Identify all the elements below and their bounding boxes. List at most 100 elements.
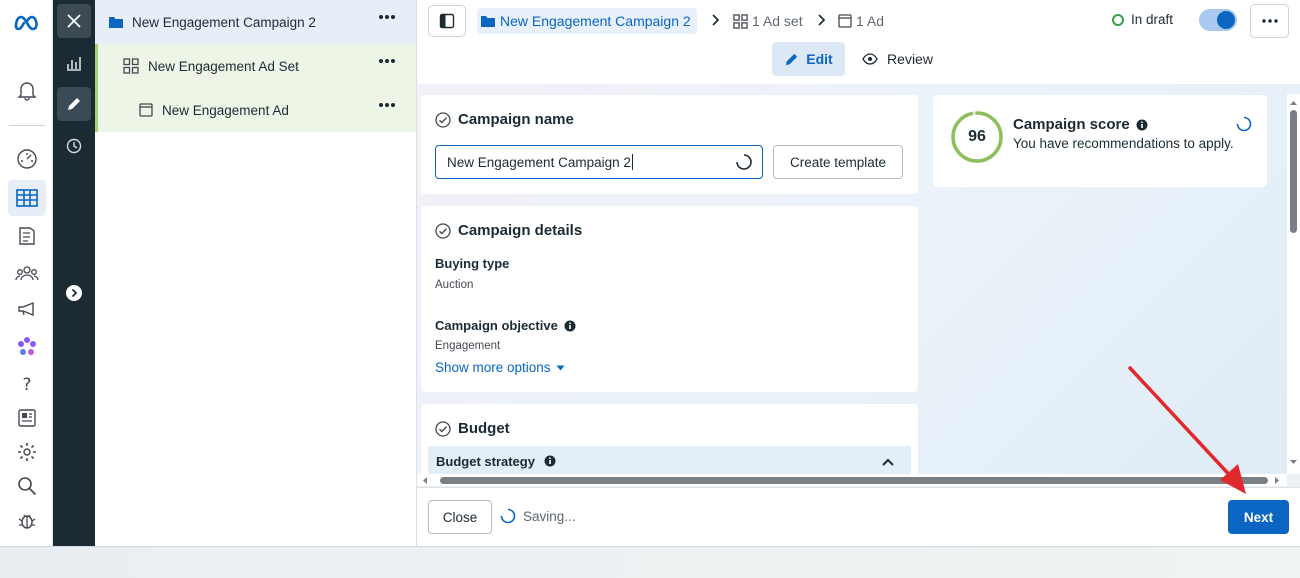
breadcrumb-chevron-icon [818,14,826,26]
tree-ad-label: New Engagement Ad [162,102,289,118]
show-more-options-link[interactable]: Show more options [435,360,565,375]
buying-type-value: Auction [435,279,474,291]
breadcrumb-ad[interactable]: 1 Ad [838,8,884,34]
bug-report-icon[interactable] [8,503,46,539]
history-clock-icon[interactable] [57,129,91,163]
edit-pencil-icon [786,53,798,65]
breadcrumb-campaign[interactable]: New Engagement Campaign 2 [477,8,697,34]
sidebar-panel-icon [439,13,455,29]
campaign-tree-panel: New Engagement Campaign 2 New Engagement… [95,0,417,546]
score-title: Campaign score [1013,116,1130,133]
scroll-left-arrow-icon[interactable] [421,476,429,485]
close-button[interactable]: Close [428,500,492,534]
breadcrumb-campaign-label: New Engagement Campaign 2 [500,13,691,29]
score-subtitle: You have recommendations to apply. [1013,136,1234,151]
notifications-bell-icon[interactable] [8,72,46,108]
score-heading: Campaign score [1013,116,1148,133]
tab-edit[interactable]: Edit [772,42,845,76]
ad-set-more-options-icon[interactable] [378,58,396,64]
audiences-people-icon[interactable] [8,255,46,291]
tree-row-ad[interactable]: New Engagement Ad [95,88,416,132]
tree-row-ad-set[interactable]: New Engagement Ad Set [95,44,416,88]
breadcrumb-ad-set[interactable]: 1 Ad set [733,8,803,34]
more-dots-icon [1261,19,1278,23]
vertical-scrollbar[interactable] [1287,94,1300,474]
toggle-sidebar-button[interactable] [428,5,466,37]
horizontal-scrollbar-thumb[interactable] [440,477,1268,484]
check-circle-icon [435,111,451,128]
breadcrumb-chevron-icon [712,14,720,26]
edit-pencil-icon[interactable] [57,87,91,121]
close-button-label: Close [442,509,478,525]
tab-review-label: Review [887,51,933,67]
loading-spinner-icon [736,154,752,170]
info-icon[interactable] [544,455,556,467]
campaign-name-heading: Campaign name [435,111,574,128]
campaign-details-heading: Campaign details [435,222,582,239]
check-circle-icon [435,420,451,437]
svg-text:?: ? [22,375,31,394]
caret-down-icon [556,365,565,370]
folder-icon [481,16,495,27]
next-button[interactable]: Next [1228,500,1289,534]
draft-status: In draft [1112,12,1173,27]
show-more-options-label: Show more options [435,360,551,375]
campaign-details-title: Campaign details [458,222,583,239]
ad-megaphone-icon[interactable] [8,291,46,327]
create-template-label: Create template [789,154,887,170]
score-value: 96 [968,128,986,145]
campaign-objective-label: Campaign objective [435,318,558,333]
budget-strategy-row[interactable]: Budget strategy [428,446,911,476]
ads-manager-table-icon[interactable] [8,180,46,216]
browser-bottom-strip [0,546,1300,578]
campaign-on-off-toggle[interactable] [1199,9,1237,31]
pages-book-icon[interactable] [8,218,46,254]
info-icon[interactable] [564,320,576,332]
campaign-name-value: New Engagement Campaign 2 [447,154,631,170]
meta-logo-icon[interactable] [8,4,46,40]
settings-gear-icon[interactable] [8,434,46,470]
tab-review[interactable]: Review [855,42,940,76]
info-icon[interactable] [1136,119,1148,131]
rail-divider [9,125,45,126]
saving-label: Saving... [523,508,576,524]
text-caret [631,154,633,170]
meta-ai-flower-icon[interactable] [8,329,46,365]
close-editor-icon[interactable] [57,4,91,38]
dashboard-gauge-icon[interactable] [8,141,46,177]
folder-icon [109,16,123,28]
loading-spinner-icon [1236,116,1252,132]
search-icon[interactable] [8,468,46,504]
global-nav-rail: ? [0,0,53,546]
ad-frame-icon [139,103,153,117]
expand-panel-icon[interactable] [57,276,91,310]
campaign-name-input[interactable]: New Engagement Campaign 2 [435,145,763,179]
editor-tool-rail [53,0,95,546]
tree-row-campaign[interactable]: New Engagement Campaign 2 [95,0,416,44]
chevron-up-icon[interactable] [882,458,894,466]
ad-set-grid-icon [733,13,748,29]
check-circle-icon [435,222,451,239]
campaign-more-options-icon[interactable] [378,14,396,20]
ad-set-grid-icon [123,58,139,74]
buying-type-label: Buying type [435,256,510,271]
breadcrumb-ad-set-label: 1 Ad set [752,13,803,29]
news-document-icon[interactable] [8,400,46,436]
tree-ad-set-label: New Engagement Ad Set [148,58,299,74]
create-template-button[interactable]: Create template [773,145,903,179]
loading-spinner-icon [500,508,516,524]
ad-frame-icon [838,14,852,28]
campaign-name-title: Campaign name [458,111,574,128]
ad-more-options-icon[interactable] [378,102,396,108]
budget-title: Budget [458,420,510,437]
help-question-icon[interactable]: ? [8,366,46,402]
performance-chart-icon[interactable] [57,46,91,80]
draft-status-ring-icon [1112,13,1124,26]
campaign-objective-value: Engagement [435,340,501,352]
breadcrumb-ad-label: 1 Ad [856,13,885,29]
scroll-right-arrow-icon[interactable] [1273,476,1281,485]
saving-status: Saving... [500,508,576,524]
more-actions-button[interactable] [1250,4,1289,38]
review-eye-icon [862,53,878,65]
draft-status-label: In draft [1131,12,1174,27]
